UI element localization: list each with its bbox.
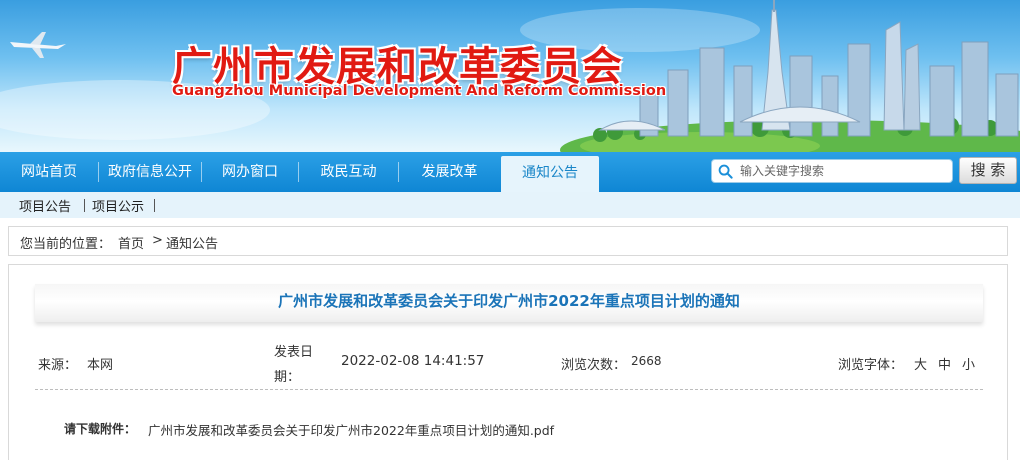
attachment-label: 请下载附件：: [64, 422, 137, 436]
publish-date-label-cont: 期：: [274, 370, 301, 385]
nav-item-development-reform[interactable]: 发展改革: [399, 152, 500, 192]
site-subtitle: Guangzhou Municipal Development And Refo…: [172, 83, 667, 99]
font-size-label: 浏览字体：: [838, 358, 904, 373]
nav-item-online-services[interactable]: 网办窗口: [202, 152, 298, 192]
search-box: [711, 159, 953, 183]
subnav-item-project-publicity[interactable]: 项目公示: [92, 196, 144, 215]
font-size-small-option[interactable]: 小: [962, 354, 975, 373]
source-label: 来源：: [38, 358, 78, 373]
subnav-item-project-announcements[interactable]: 项目公告: [19, 196, 71, 215]
breadcrumb-current[interactable]: 通知公告: [166, 233, 218, 252]
views-count: 2668: [631, 354, 662, 368]
nav-item-home[interactable]: 网站首页: [0, 152, 98, 192]
search-input[interactable]: [740, 162, 948, 180]
source-value: 本网: [87, 358, 114, 373]
search-icon: [718, 164, 733, 179]
views-label: 浏览次数：: [561, 358, 627, 373]
publish-date-value: 2022-02-08 14:41:57: [341, 353, 485, 369]
nav-item-interaction[interactable]: 政民互动: [299, 152, 398, 192]
breadcrumb-separator: >: [152, 233, 163, 248]
subnav-divider: [84, 199, 85, 212]
nav-item-government-info[interactable]: 政府信息公开: [99, 152, 201, 192]
airplane-icon: [10, 32, 66, 58]
breadcrumb-prefix: 您当前的位置：: [20, 237, 112, 252]
article-title-bar: 广州市发展和改革委员会关于印发广州市2022年重点项目计划的通知: [35, 284, 983, 322]
article-title: 广州市发展和改革委员会关于印发广州市2022年重点项目计划的通知: [278, 292, 740, 310]
breadcrumb-home-link[interactable]: 首页: [118, 233, 144, 252]
sub-nav: 项目公告 项目公示: [0, 192, 1020, 218]
article-panel: 广州市发展和改革委员会关于印发广州市2022年重点项目计划的通知 来源： 本网 …: [8, 264, 1008, 460]
attachment-download-link[interactable]: 广州市发展和改革委员会关于印发广州市2022年重点项目计划的通知.pdf: [148, 420, 554, 439]
font-size-medium-option[interactable]: 中: [938, 354, 951, 373]
site-banner: 广州市发展和改革委员会 Guangzhou Municipal Developm…: [0, 0, 1020, 152]
nav-item-notices[interactable]: 通知公告: [501, 156, 599, 192]
meta-divider: [35, 389, 983, 390]
breadcrumb: 您当前的位置： 首页 > 通知公告: [8, 226, 1008, 256]
publish-date-label: 发表日: [274, 345, 314, 360]
search-button[interactable]: 搜 索: [959, 157, 1017, 184]
subnav-divider: [154, 199, 155, 212]
font-size-large-option[interactable]: 大: [914, 354, 927, 373]
